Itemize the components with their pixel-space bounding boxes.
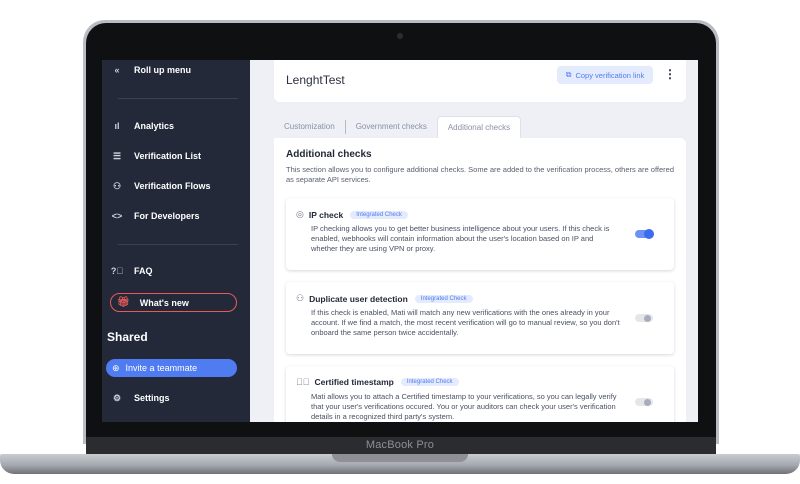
laptop-frame: MacBook Pro « Roll up menu ıl Analytics … (0, 0, 800, 484)
sidebar-item-label: For Developers (134, 211, 200, 221)
tab-government-checks[interactable]: Government checks (346, 116, 437, 138)
sidebar-item-label: FAQ (134, 266, 153, 276)
check-header: ◎ IP check Integrated Check (296, 209, 408, 220)
users-flow-icon: ⚇ (112, 180, 122, 191)
invite-teammate-button[interactable]: ⊕ Invite a teammate (106, 359, 237, 377)
shared-section-title: Shared (107, 330, 148, 344)
copy-icon: ⧉ (565, 70, 572, 79)
duplicate-user-detection-toggle[interactable] (635, 314, 653, 322)
integrated-check-badge: Integrated Check (350, 210, 408, 219)
sidebar-item-verification-flows[interactable]: ⚇ Verification Flows (110, 179, 211, 193)
device-label: MacBook Pro (365, 439, 435, 451)
list-icon: ☰ (112, 150, 122, 161)
invite-teammate-label: Invite a teammate (125, 363, 198, 373)
integrated-check-badge: Integrated Check (400, 378, 459, 386)
copy-link-label: Copy verification link (575, 70, 645, 80)
check-card-certified-timestamp: ✓⃝ Certified timestamp Integrated Check … (286, 366, 674, 422)
panel-title: Additional checks (286, 149, 372, 160)
integrated-check-badge: Integrated Check (414, 294, 473, 303)
sidebar-item-faq[interactable]: ?⃝ FAQ (110, 264, 153, 278)
certified-timestamp-toggle[interactable] (635, 398, 653, 406)
check-card-duplicate-user-detection: ⚇ Duplicate user detection Integrated Ch… (286, 282, 674, 354)
check-header: ⚇ Duplicate user detection Integrated Ch… (296, 293, 473, 304)
roll-up-menu-button[interactable]: « Roll up menu (110, 63, 191, 77)
users-icon: ⚇ (296, 293, 305, 303)
gear-icon: ⚙ (112, 392, 122, 403)
tab-customization[interactable]: Customization (274, 116, 345, 138)
check-title: Duplicate user detection (309, 293, 408, 304)
tabs: Customization Government checks Addition… (274, 114, 522, 138)
ip-check-toggle[interactable] (635, 229, 654, 239)
gift-icon: 🎁︎ (117, 297, 130, 308)
check-description: Mati allows you to attach a Certified ti… (311, 392, 617, 421)
check-title: IP check (308, 209, 344, 220)
code-icon: <> (111, 211, 123, 221)
toggle-knob (644, 398, 651, 406)
toggle-knob (644, 314, 651, 322)
check-description: IP checking allows you to get better bus… (311, 224, 610, 253)
additional-checks-panel: Additional checks This section allows yo… (274, 138, 686, 422)
tab-additional-checks[interactable]: Additional checks (436, 116, 522, 138)
roll-up-menu-label: Roll up menu (134, 65, 191, 75)
sidebar-item-analytics[interactable]: ıl Analytics (110, 119, 174, 133)
chevron-double-left-icon: « (114, 65, 120, 75)
laptop-notch (332, 454, 468, 462)
question-circle-icon: ?⃝ (110, 266, 124, 276)
location-pin-icon: ◎ (296, 209, 304, 219)
flow-name[interactable]: LenghtTest (286, 73, 345, 87)
check-description: If this check is enabled, Mati will matc… (311, 308, 620, 337)
check-circle-icon: ✓⃝ (296, 377, 310, 387)
plus-circle-icon: ⊕ (112, 362, 120, 373)
sidebar-item-label: Analytics (134, 121, 175, 131)
panel-description: This section allows you to configure add… (286, 165, 674, 184)
whats-new-label: What's new (139, 297, 189, 308)
more-vertical-icon[interactable]: ⋮ (663, 66, 677, 84)
sidebar-divider (118, 244, 238, 245)
sidebar-item-label: Settings (134, 393, 170, 403)
toggle-knob (644, 229, 654, 239)
sidebar-item-label: Verification Flows (134, 181, 211, 191)
sidebar-item-label: Verification List (134, 151, 202, 161)
whats-new-button[interactable]: 🎁︎ What's new (110, 293, 237, 312)
flow-header-card: LenghtTest ⧉ Copy verification link ⋮ (274, 60, 686, 102)
check-header: ✓⃝ Certified timestamp Integrated Check (296, 377, 459, 387)
sidebar-item-verification-list[interactable]: ☰ Verification List (110, 149, 201, 163)
bar-chart-icon: ıl (114, 121, 120, 131)
check-title: Certified timestamp (314, 377, 394, 387)
sidebar-item-for-developers[interactable]: <> For Developers (110, 209, 200, 223)
sidebar-item-settings[interactable]: ⚙ Settings (110, 391, 170, 405)
sidebar-divider (118, 98, 238, 99)
copy-verification-link-button[interactable]: ⧉ Copy verification link (557, 66, 653, 84)
check-card-ip-check: ◎ IP check Integrated Check IP checking … (286, 198, 674, 270)
sidebar: « Roll up menu ıl Analytics ☰ Verificati… (102, 60, 250, 422)
camera-icon (397, 33, 403, 39)
screen: « Roll up menu ıl Analytics ☰ Verificati… (102, 60, 698, 422)
